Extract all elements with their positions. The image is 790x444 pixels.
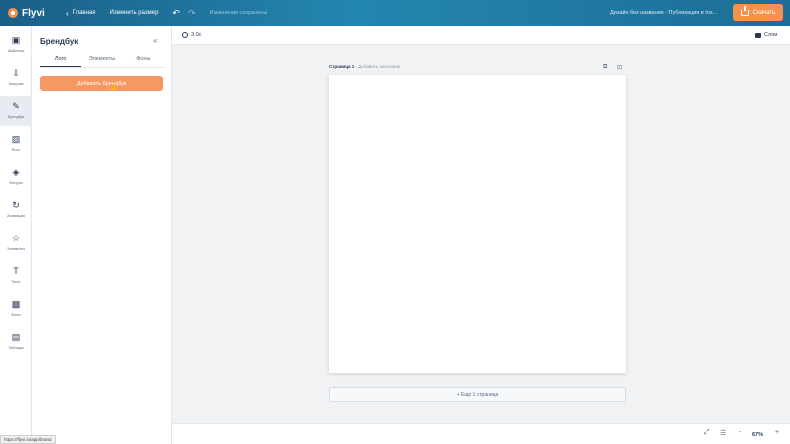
save-status: Изменения сохранены xyxy=(209,10,268,16)
zoom-in-icon[interactable]: + xyxy=(775,429,779,436)
sidebar-item-label: Фото xyxy=(11,148,21,152)
tool-sidebar: ▣ Шаблоны ⇩ Загрузки ✎ Брендбук ▨ Фото ◈… xyxy=(0,26,32,444)
photo-icon: ▨ xyxy=(11,134,21,144)
tab-elements[interactable]: Элементы xyxy=(81,56,122,67)
sidebar-item-label: Загрузки xyxy=(8,82,24,86)
panel-tabs: Лого Элементы Фоны xyxy=(40,56,164,68)
sidebar-item-text[interactable]: T Текст xyxy=(0,261,32,291)
status-url: https://flyvi.io/app/brand xyxy=(0,435,56,444)
zoom-level[interactable]: 67% xyxy=(752,432,763,438)
upload-icon: ⇩ xyxy=(12,68,20,78)
layers-icon xyxy=(755,32,761,38)
sidebar-item-label: Элементы xyxy=(6,247,26,251)
page-label: Страница 1 xyxy=(329,64,355,69)
add-brandbook-button[interactable]: Добавить брендбук xyxy=(40,76,163,91)
home-label: Главная xyxy=(72,10,96,16)
sidebar-item-label: Анимация xyxy=(7,214,25,218)
sidebar-item-uploads[interactable]: ⇩ Загрузки xyxy=(0,63,32,93)
sidebar-item-templates[interactable]: ▣ Шаблоны xyxy=(0,30,32,60)
logo-text: Flyvi xyxy=(22,7,45,19)
fullscreen-icon[interactable]: ⤢ xyxy=(704,429,710,437)
add-title-link[interactable]: - Добавить заголовок xyxy=(354,64,400,69)
tab-logo[interactable]: Лого xyxy=(40,56,82,67)
animation-icon: ↻ xyxy=(12,200,20,210)
panel-title: Брендбук xyxy=(40,37,79,46)
duration-control[interactable]: 3.0с xyxy=(182,32,201,38)
redo-icon[interactable]: ↷ xyxy=(188,8,196,19)
layers-button[interactable]: Слои xyxy=(755,32,777,38)
design-page[interactable] xyxy=(329,75,626,373)
table-icon: ▤ xyxy=(11,332,21,342)
sidebar-item-label: Фигуры xyxy=(9,181,23,185)
chevron-left-icon: ‹ xyxy=(66,8,69,18)
duration-label: 3.0с xyxy=(191,32,202,38)
sidebar-item-tables[interactable]: ▤ Таблицы xyxy=(0,327,32,357)
zoom-out-icon[interactable]: - xyxy=(739,429,741,436)
page-header: Страница 1 - Добавить заголовок xyxy=(329,64,400,69)
sidebar-item-photo[interactable]: ▨ Фото xyxy=(0,129,32,159)
shapes-icon: ◈ xyxy=(12,167,20,177)
clock-icon xyxy=(182,32,188,38)
star-icon: ☆ xyxy=(11,233,21,243)
add-page-button[interactable]: + Еще 1 страница xyxy=(329,387,626,402)
sidebar-item-label: Текст xyxy=(11,280,21,284)
layout-icon: ▣ xyxy=(11,35,21,45)
sidebar-item-label: Шаблоны xyxy=(7,49,25,53)
top-bar: Flyvi ‹ Главная Изменить размер ↶ ↷ Изме… xyxy=(0,0,790,26)
brandbook-icon: ✎ xyxy=(12,101,20,111)
download-icon xyxy=(740,5,749,16)
resize-button[interactable]: Изменить размер xyxy=(110,10,159,16)
sidebar-item-brandbook[interactable]: ✎ Брендбук xyxy=(0,96,32,126)
download-label: Скачать xyxy=(752,9,776,16)
sidebar-item-elements[interactable]: ☆ Элементы xyxy=(0,228,32,258)
home-link[interactable]: ‹ Главная xyxy=(66,9,96,18)
sidebar-item-label: Таблицы xyxy=(8,346,24,350)
duplicate-page-icon[interactable]: ⧉ xyxy=(603,64,607,71)
fit-icon[interactable]: ☰ xyxy=(720,429,726,437)
bottom-bar: ⤢ ☰ - 67% + xyxy=(172,423,790,444)
layers-label: Слои xyxy=(764,32,778,38)
flyvi-logo-icon xyxy=(8,8,18,18)
sidebar-item-label: Брендбук xyxy=(7,115,25,119)
sidebar-item-label: Фоны xyxy=(11,313,21,317)
undo-icon[interactable]: ↶ xyxy=(172,8,180,19)
sidebar-item-animation[interactable]: ↻ Анимация xyxy=(0,195,32,225)
brandbook-panel: Брендбук « Лого Элементы Фоны Добавить б… xyxy=(32,26,172,444)
logo[interactable]: Flyvi xyxy=(8,8,58,19)
tab-backgrounds[interactable]: Фоны xyxy=(123,56,164,67)
hand-cursor-icon: ☝ xyxy=(109,84,118,91)
add-page-icon[interactable]: ⊡ xyxy=(617,64,622,71)
collapse-panel-icon[interactable]: « xyxy=(153,36,157,45)
pattern-icon: ▩ xyxy=(11,299,21,309)
text-icon: T xyxy=(13,266,19,276)
download-button[interactable]: Скачать xyxy=(733,4,783,21)
sidebar-item-backgrounds[interactable]: ▩ Фоны xyxy=(0,294,32,324)
design-title[interactable]: Дизайн без названия - Публикация в Ins..… xyxy=(610,10,717,16)
sidebar-item-shapes[interactable]: ◈ Фигуры xyxy=(0,162,32,192)
canvas-toolbar: 3.0с Слои xyxy=(172,26,790,45)
